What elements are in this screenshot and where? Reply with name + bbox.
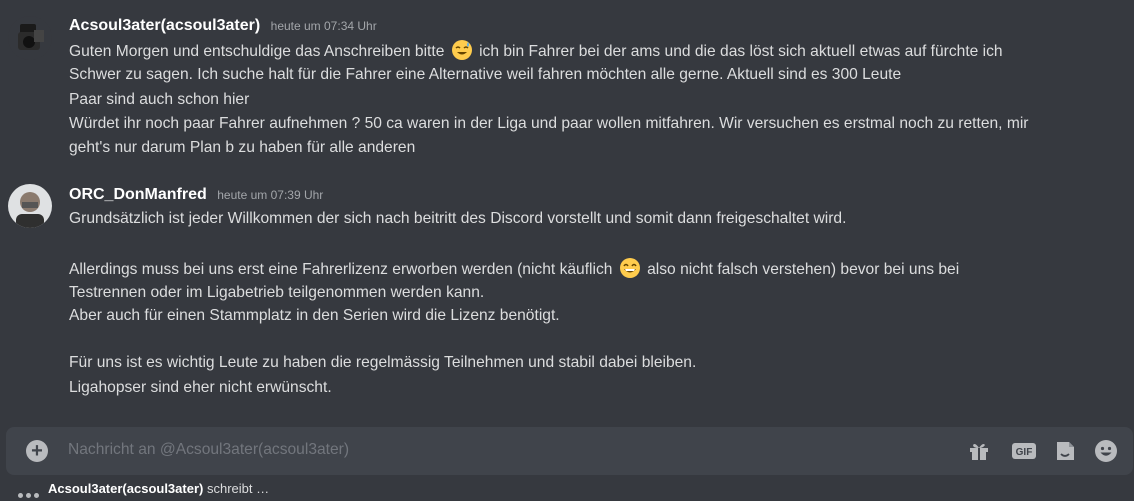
message-text: also nicht falsch verstehen) bevor bei u… [647, 261, 960, 278]
gift-icon[interactable] [967, 439, 991, 463]
svg-text:GIF: GIF [1016, 447, 1033, 458]
avatar[interactable] [8, 184, 52, 228]
message-line: Ligahopser sind eher nicht erwünscht. [69, 379, 332, 396]
message-line: Würdet ihr noch paar Fahrer aufnehmen ? … [69, 115, 1029, 132]
message-header: ORC_DonManfred heute um 07:39 Uhr [69, 186, 323, 204]
message-line: Paar sind auch schon hier [69, 91, 250, 108]
author-name[interactable]: ORC_DonManfred [69, 186, 207, 203]
message-line: Schwer zu sagen. Ich suche halt für die … [69, 66, 902, 83]
message-line: Für uns ist es wichtig Leute zu haben di… [69, 354, 697, 371]
message-text: Guten Morgen und entschuldige das Anschr… [69, 43, 445, 60]
typing-user: Acsoul3ater(acsoul3ater) [48, 481, 204, 496]
sweat-smile-emoji [451, 40, 472, 60]
emoji-icon[interactable] [1094, 439, 1118, 463]
timestamp: heute um 07:39 Uhr [217, 188, 324, 202]
author-name[interactable]: Acsoul3ater(acsoul3ater) [69, 17, 260, 34]
message-text: Allerdings muss bei uns erst eine Fahrer… [69, 261, 613, 278]
message-line: Testrennen oder im Ligabetrieb teilgenom… [69, 284, 485, 301]
gif-icon[interactable]: GIF [1011, 439, 1037, 463]
typing-suffix: schreibt … [206, 481, 270, 496]
message-line: Guten Morgen und entschuldige das Anschr… [69, 39, 1003, 63]
message-line: Aber auch für einen Stammplatz in den Se… [69, 307, 560, 324]
sticker-icon[interactable] [1053, 439, 1077, 463]
message-line: geht's nur darum Plan b zu haben für all… [69, 139, 416, 156]
message-input[interactable]: Nachricht an @Acsoul3ater(acsoul3ater) [68, 441, 349, 459]
avatar[interactable] [8, 16, 52, 60]
typing-dots-icon [18, 486, 42, 501]
message-line: Allerdings muss bei uns erst eine Fahrer… [69, 257, 959, 281]
message-line: Grundsätzlich ist jeder Willkommen der s… [69, 210, 847, 227]
message-text: ich bin Fahrer bei der ams und die das l… [479, 43, 1003, 60]
message-header: Acsoul3ater(acsoul3ater) heute um 07:34 … [69, 17, 377, 35]
typing-indicator: Acsoul3ater(acsoul3ater) schreibt … [18, 481, 270, 498]
timestamp: heute um 07:34 Uhr [270, 19, 377, 33]
add-attachment-button[interactable]: + [26, 440, 48, 462]
grin-emoji [619, 258, 640, 278]
message-composer: + Nachricht an @Acsoul3ater(acsoul3ater)… [6, 427, 1133, 475]
